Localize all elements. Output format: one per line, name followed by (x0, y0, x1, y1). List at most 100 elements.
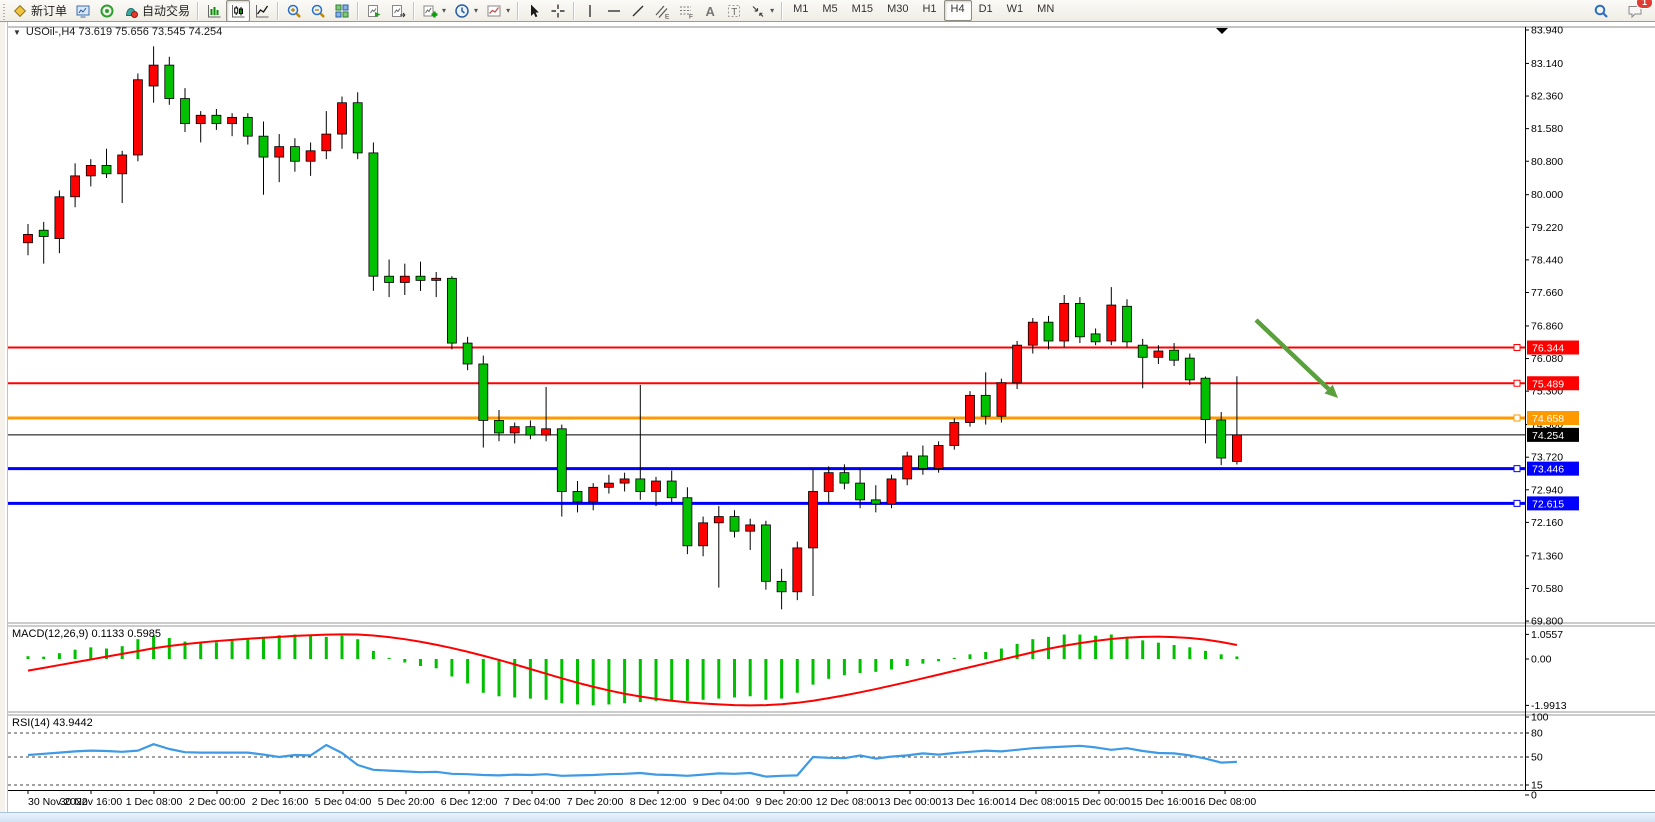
line-handle[interactable] (1514, 345, 1520, 351)
chevron-down-icon[interactable]: ▾ (770, 6, 774, 15)
timeframe-button-m30[interactable]: M30 (880, 0, 915, 21)
line-handle[interactable] (1514, 415, 1520, 421)
price-tick-label: 70.580 (1531, 583, 1563, 595)
bar-chart-button[interactable] (202, 0, 226, 22)
candle-body (636, 479, 645, 492)
candle-body (463, 343, 472, 364)
toolbar-separator (357, 2, 359, 20)
crosshair-button[interactable] (546, 0, 570, 22)
horizontal-line-button[interactable] (602, 0, 626, 22)
time-tick-label: 8 Dec 12:00 (630, 796, 687, 808)
timeframe-button-m5[interactable]: M5 (815, 0, 844, 21)
candle-body (730, 517, 739, 532)
line-handle[interactable] (1514, 380, 1520, 386)
timeframe-button-d1[interactable]: D1 (972, 0, 1000, 21)
candle-body (416, 276, 425, 280)
trendline-icon (630, 3, 646, 19)
candle-body (573, 491, 582, 501)
zoom-in-icon (286, 3, 302, 19)
price-label-text: 75.489 (1532, 378, 1564, 390)
line-chart-button[interactable] (250, 0, 274, 22)
candle-body (1044, 322, 1053, 341)
time-tick-label: 2 Dec 16:00 (252, 796, 309, 808)
time-tick-label: 15 Dec 16:00 (1131, 796, 1194, 808)
candle-body (353, 103, 362, 153)
zoom-in-button[interactable] (282, 0, 306, 22)
candle-body (699, 523, 708, 546)
line-handle[interactable] (1514, 500, 1520, 506)
chevron-down-icon[interactable]: ▾ (474, 6, 478, 15)
candle-body (369, 153, 378, 276)
search-button[interactable] (1589, 0, 1613, 22)
price-label-text: 74.254 (1532, 430, 1564, 442)
profiles-button[interactable] (386, 0, 410, 22)
candle-body (557, 429, 566, 492)
time-tick-label: 12 Dec 08:00 (816, 796, 879, 808)
text-button[interactable]: A (698, 0, 722, 22)
rsi-axis-label: 80 (1531, 728, 1543, 740)
time-tick-label: 5 Dec 20:00 (378, 796, 435, 808)
chart-area: 83.94083.14082.36081.58080.80080.00079.2… (0, 22, 1655, 822)
tile-windows-icon (334, 3, 350, 19)
candle-body (542, 429, 551, 435)
candle-body (118, 155, 127, 174)
candle-body (714, 517, 723, 523)
zoom-out-button[interactable] (306, 0, 330, 22)
candle-body (259, 136, 268, 157)
text-label-button[interactable]: T (722, 0, 746, 22)
rsi-axis-label: 0 (1531, 790, 1537, 802)
candle-body (997, 383, 1006, 416)
periods-dropdown[interactable]: ▾ (450, 0, 482, 22)
equidistant-channel-button[interactable]: E (650, 0, 674, 22)
indicators-icon (422, 3, 438, 19)
timeframe-button-mn[interactable]: MN (1030, 0, 1061, 21)
time-tick-label: 1 Dec 08:00 (126, 796, 183, 808)
open-chart-button[interactable] (71, 0, 95, 22)
chevron-down-icon[interactable]: ▾ (442, 6, 446, 15)
chart-collapse-icon[interactable]: ▼ (13, 28, 21, 37)
cursor-button[interactable] (522, 0, 546, 22)
candle-body (228, 117, 237, 123)
indicators-dropdown[interactable]: ▾ (418, 0, 450, 22)
toolbar: 新订单 自动交易 ▾ ▾ ▾ EFAT ▾ M1M5M15M30H1H4D1W1MN 1 (0, 0, 1655, 22)
timeframe-button-m1[interactable]: M1 (786, 0, 815, 21)
candle-chart-button[interactable] (226, 0, 250, 22)
templates-dropdown[interactable]: ▾ (482, 0, 514, 22)
timeframe-button-h4[interactable]: H4 (944, 0, 972, 21)
candle-body (1232, 435, 1241, 462)
timeframe-button-h1[interactable]: H1 (915, 0, 943, 21)
macd-axis-label: 1.0557 (1531, 629, 1563, 641)
timeframe-button-w1[interactable]: W1 (1000, 0, 1031, 21)
macd-axis-label: -1.9913 (1531, 700, 1567, 712)
new-chart-button[interactable] (362, 0, 386, 22)
line-handle[interactable] (1514, 466, 1520, 472)
open-chart-icon (75, 3, 91, 19)
time-tick-label: 7 Dec 20:00 (567, 796, 624, 808)
new-order-button[interactable]: 新订单 (8, 0, 71, 22)
price-tick-label: 80.800 (1531, 156, 1563, 168)
vertical-line-button[interactable] (578, 0, 602, 22)
line-chart-icon (254, 3, 270, 19)
candle-body (918, 456, 927, 469)
candle-body (1185, 358, 1194, 380)
arrows-dropdown[interactable]: ▾ (746, 0, 778, 22)
price-label-box: 73.446 (1527, 462, 1579, 476)
candle-body (165, 65, 174, 98)
periods-icon (454, 3, 470, 19)
chevron-down-icon[interactable]: ▾ (506, 6, 510, 15)
timeframe-button-m15[interactable]: M15 (845, 0, 880, 21)
candle-body (102, 165, 111, 173)
autotrading-button[interactable]: 自动交易 (119, 0, 194, 22)
signals-button[interactable] (95, 0, 119, 22)
new-order-button-label: 新订单 (31, 2, 67, 19)
notifications-button[interactable]: 1 (1623, 0, 1647, 22)
chart-canvas[interactable]: 83.94083.14082.36081.58080.80080.00079.2… (0, 22, 1655, 822)
candle-body (243, 117, 252, 136)
tile-windows-button[interactable] (330, 0, 354, 22)
candle-body (604, 483, 613, 487)
candle-body (1217, 420, 1226, 458)
candle-body (71, 176, 80, 197)
trendline-button[interactable] (626, 0, 650, 22)
time-tick-label: 14 Dec 08:00 (1005, 796, 1068, 808)
fibonacci-button[interactable]: F (674, 0, 698, 22)
